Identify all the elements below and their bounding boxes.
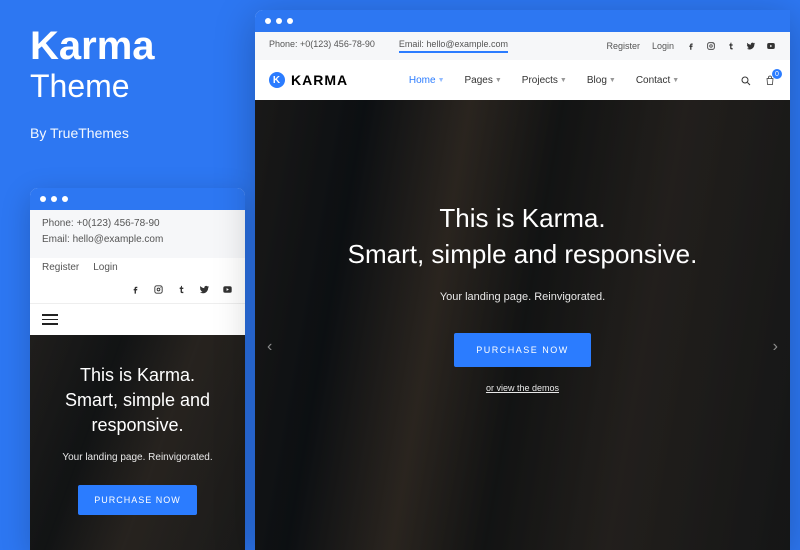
logo-mark: K bbox=[269, 72, 285, 88]
nav-home[interactable]: Home ▼ bbox=[409, 75, 445, 86]
facebook-icon[interactable] bbox=[686, 41, 696, 52]
nav-projects[interactable]: Projects ▼ bbox=[522, 75, 567, 86]
nav-contact[interactable]: Contact ▼ bbox=[636, 75, 679, 86]
youtube-icon[interactable] bbox=[766, 41, 776, 52]
chevron-down-icon: ▼ bbox=[609, 77, 616, 84]
nav-blog[interactable]: Blog ▼ bbox=[587, 75, 616, 86]
logo-text: KARMA bbox=[291, 72, 348, 88]
window-dots bbox=[30, 188, 245, 210]
product-author: By TrueThemes bbox=[30, 125, 155, 141]
register-link[interactable]: Register bbox=[42, 262, 79, 273]
hero-heading: This is Karma. Smart, simple and respons… bbox=[44, 363, 231, 439]
youtube-icon[interactable] bbox=[222, 283, 233, 295]
mobile-preview: Phone: +0(123) 456-78-90 Email: hello@ex… bbox=[30, 188, 245, 550]
product-subtitle: Theme bbox=[30, 68, 155, 105]
carousel-next-icon[interactable]: › bbox=[765, 330, 786, 364]
instagram-icon[interactable] bbox=[706, 41, 716, 52]
hero-subtext: Your landing page. Reinvigorated. bbox=[255, 291, 790, 303]
cart-badge: 0 bbox=[772, 69, 782, 79]
main-menu: Home ▼ Pages ▼ Projects ▼ Blog ▼ Contact… bbox=[409, 75, 679, 86]
product-name: Karma bbox=[30, 26, 155, 66]
chevron-down-icon: ▼ bbox=[495, 77, 502, 84]
desktop-hero: ‹ › This is Karma. Smart, simple and res… bbox=[255, 100, 790, 550]
email-link[interactable]: Email: hello@example.com bbox=[399, 39, 508, 53]
tumblr-icon[interactable] bbox=[726, 41, 736, 52]
mobile-topbar: Phone: +0(123) 456-78-90 Email: hello@ex… bbox=[30, 210, 245, 258]
carousel-prev-icon[interactable]: ‹ bbox=[259, 330, 280, 364]
desktop-preview: Phone: +0(123) 456-78-90 Email: hello@ex… bbox=[255, 10, 790, 550]
hamburger-icon[interactable] bbox=[42, 314, 58, 325]
mobile-auth-row: Register Login bbox=[30, 258, 245, 279]
chevron-down-icon: ▼ bbox=[672, 77, 679, 84]
instagram-icon[interactable] bbox=[153, 283, 164, 295]
window-dots bbox=[255, 10, 790, 32]
mobile-navbar bbox=[30, 303, 245, 335]
tumblr-icon[interactable] bbox=[176, 283, 187, 295]
register-link[interactable]: Register bbox=[606, 41, 640, 51]
phone-text: Phone: +0(123) 456-78-90 bbox=[42, 218, 233, 229]
chevron-down-icon: ▼ bbox=[438, 77, 445, 84]
hero-heading: This is Karma. Smart, simple and respons… bbox=[255, 200, 790, 273]
mobile-hero: This is Karma. Smart, simple and respons… bbox=[30, 335, 245, 550]
view-demos-link[interactable]: or view the demos bbox=[255, 383, 790, 393]
twitter-icon[interactable] bbox=[746, 41, 756, 52]
nav-icons: 0 bbox=[740, 73, 776, 87]
facebook-icon[interactable] bbox=[130, 283, 141, 295]
desktop-topbar: Phone: +0(123) 456-78-90 Email: hello@ex… bbox=[255, 32, 790, 60]
product-title-block: Karma Theme By TrueThemes bbox=[30, 26, 155, 141]
search-icon[interactable] bbox=[740, 73, 752, 87]
purchase-button[interactable]: PURCHASE NOW bbox=[454, 333, 591, 367]
desktop-social-row bbox=[686, 41, 776, 52]
nav-pages[interactable]: Pages ▼ bbox=[465, 75, 502, 86]
desktop-navbar: K KARMA Home ▼ Pages ▼ Projects ▼ Blog ▼… bbox=[255, 60, 790, 100]
brand-logo[interactable]: K KARMA bbox=[269, 72, 348, 88]
chevron-down-icon: ▼ bbox=[560, 77, 567, 84]
mobile-social-row bbox=[30, 279, 245, 303]
twitter-icon[interactable] bbox=[199, 283, 210, 295]
login-link[interactable]: Login bbox=[93, 262, 117, 273]
purchase-button[interactable]: PURCHASE NOW bbox=[78, 485, 197, 515]
phone-text: Phone: +0(123) 456-78-90 bbox=[269, 39, 375, 53]
login-link[interactable]: Login bbox=[652, 41, 674, 51]
hero-subtext: Your landing page. Reinvigorated. bbox=[44, 452, 231, 463]
cart-icon[interactable]: 0 bbox=[764, 73, 776, 87]
email-text: Email: hello@example.com bbox=[42, 234, 233, 245]
